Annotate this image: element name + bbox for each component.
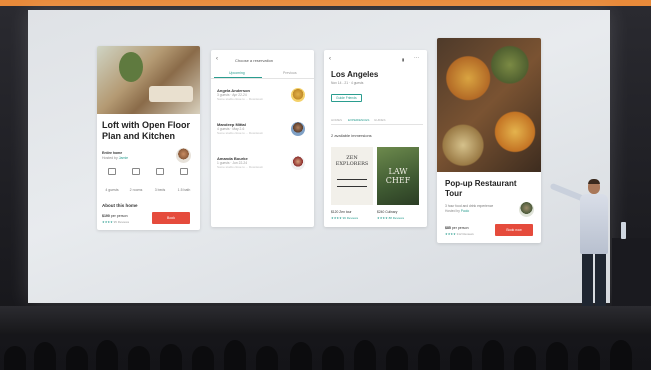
feature-rooms: 2 rooms: [126, 168, 146, 196]
filter-chip[interactable]: Guide Friends: [331, 94, 362, 102]
tab-homes[interactable]: HOMES: [331, 118, 342, 122]
experience-rating: ★★★★ 312 Reviews: [445, 232, 474, 236]
immersion-rating: ★★★★ 88 Reviews: [377, 216, 405, 220]
immersion-price: $240 Culinary: [377, 210, 398, 214]
guest-avatar: [291, 88, 305, 102]
tab-upcoming[interactable]: Upcoming: [229, 71, 245, 75]
tab-experiences[interactable]: EXPERIENCES: [348, 118, 369, 122]
experience-price: $85 per person: [445, 226, 469, 230]
city-title: Los Angeles: [331, 70, 379, 79]
guest-avatar: [291, 156, 305, 170]
listing-price: $190 per person: [102, 214, 128, 218]
star-rating-icon: ★★★★: [445, 232, 456, 236]
loft-photo: [97, 46, 200, 114]
back-arrow-icon[interactable]: ‹: [216, 56, 218, 62]
tab-previous[interactable]: Previous: [283, 71, 297, 75]
beds-icon: [156, 168, 164, 175]
plant-illustration: [119, 52, 143, 82]
feature-guests: 4 guests: [102, 168, 122, 196]
microphone-icon[interactable]: ▮: [402, 57, 404, 62]
tab-guides[interactable]: GUIDES: [374, 118, 386, 122]
listing-card[interactable]: Loft with Open Floor Plan and Kitchen En…: [97, 46, 200, 230]
back-arrow-icon[interactable]: ‹: [329, 56, 331, 62]
book-title: LAW CHEF: [385, 167, 411, 185]
food-photo: [437, 38, 541, 172]
listing-rating: ★★★★ 95 Reviews: [102, 220, 130, 224]
rooms-icon: [132, 168, 140, 175]
audience-silhouettes: [0, 332, 651, 370]
guests-icon: [108, 168, 116, 175]
guest-avatar: [291, 122, 305, 136]
experience-subtitle: 3 hour food and drink experience: [445, 204, 494, 208]
bath-icon: [180, 168, 188, 175]
immersion-cover-zen[interactable]: ZEN EXPLORERS: [331, 147, 373, 205]
reservation-item[interactable]: Amanda Bourke 1 guests · Jun 22-24 Some …: [217, 156, 263, 169]
immersion-rating: ★★★★ 96 Reviews: [331, 216, 359, 220]
wave-graphic: [337, 179, 367, 187]
city-card: ‹ ▮ ··· Los Angeles Nov 14 - 21 · 4 gues…: [324, 50, 427, 227]
star-rating-icon: ★★★★: [102, 220, 113, 224]
immersion-price: $120 Zen tour: [331, 210, 352, 214]
host-avatar[interactable]: [519, 202, 534, 217]
entire-home-label: Entire home: [102, 151, 123, 155]
book-title: ZEN EXPLORERS: [335, 155, 369, 167]
active-tab-indicator: [214, 77, 262, 78]
feature-beds: 3 beds: [150, 168, 170, 196]
experience-title: Pop-up Restaurant Tour: [445, 179, 517, 198]
about-heading: About this home: [102, 203, 138, 208]
projection-screen: Loft with Open Floor Plan and Kitchen En…: [28, 10, 610, 303]
reservation-card: ‹ Choose a reservation Upcoming Previous…: [211, 50, 314, 227]
reservation-item[interactable]: Angela Anderson 3 guests · Apr 22-24 Som…: [217, 88, 263, 101]
host-link[interactable]: Jamie: [119, 156, 128, 160]
water-bottle: [621, 222, 626, 239]
tab-divider: [331, 124, 423, 125]
sofa-illustration: [149, 86, 193, 102]
reservation-header: Choose a reservation: [235, 58, 274, 63]
listing-host: Hosted by Jamie: [102, 156, 129, 160]
host-link[interactable]: Paolo: [461, 209, 469, 213]
book-button[interactable]: Book: [152, 212, 190, 224]
more-options-icon[interactable]: ···: [414, 55, 419, 61]
feature-bath: 1.5 bath: [174, 168, 194, 196]
book-now-button[interactable]: Book now: [495, 224, 533, 236]
immersion-cover-law[interactable]: LAW CHEF: [377, 147, 419, 205]
available-count: 2 available immersions: [331, 133, 372, 138]
experience-host: Hosted by Paolo: [445, 209, 470, 213]
city-dates: Nov 14 - 21 · 4 guests: [331, 81, 364, 85]
experience-card[interactable]: Pop-up Restaurant Tour 3 hour food and d…: [437, 38, 541, 243]
stage: [0, 306, 651, 334]
reservation-item[interactable]: Mandeep Mittal 4 guests · May 2-6 Some s…: [217, 122, 263, 135]
host-avatar[interactable]: [176, 148, 191, 163]
listing-title: Loft with Open Floor Plan and Kitchen: [102, 120, 190, 141]
listing-features: 4 guests 2 rooms 3 beds 1.5 bath: [102, 168, 196, 192]
